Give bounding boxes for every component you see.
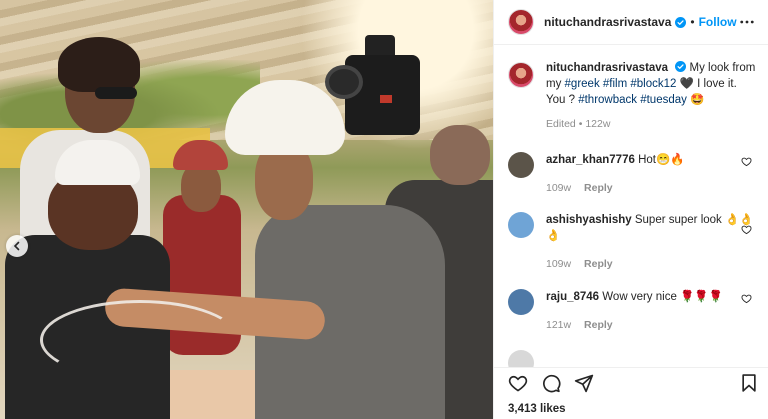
hashtag-link[interactable]: #block12	[630, 78, 676, 90]
comment-text: Hot😁🔥	[638, 154, 685, 166]
author-username[interactable]: nituchandrasrivastava	[544, 15, 671, 29]
post-action-bar	[494, 367, 768, 397]
comment-meta: 109w Reply	[546, 180, 756, 196]
carousel-prev-button[interactable]	[6, 235, 28, 257]
commenter-username[interactable]: raju_8746	[546, 291, 599, 303]
caption-username[interactable]: nituchandrasrivastava	[546, 62, 668, 74]
verified-badge-icon	[675, 16, 687, 28]
chevron-left-icon	[13, 241, 20, 251]
reply-button[interactable]: Reply	[584, 319, 613, 331]
commenter-username[interactable]: ashishyashishy	[546, 214, 632, 226]
comment-age[interactable]: 109w	[546, 258, 571, 270]
comment-bubble-icon[interactable]	[541, 373, 561, 393]
post-photo[interactable]	[0, 0, 493, 419]
comment-meta: 121w Reply	[546, 317, 756, 333]
caption-emoji: 🖤	[679, 78, 694, 90]
reply-button[interactable]: Reply	[584, 258, 613, 270]
header-separator: •	[690, 15, 695, 29]
hashtag-link[interactable]: #greek	[565, 78, 600, 90]
heart-icon[interactable]	[741, 293, 752, 304]
heart-icon[interactable]	[741, 224, 752, 235]
comment-meta: 109w Reply	[546, 256, 756, 272]
commenter-username[interactable]: azhar_khan7776	[546, 154, 635, 166]
post-caption: nituchandrasrivastava My look from my #g…	[508, 60, 758, 132]
camera-operator-white-hat	[103, 80, 445, 419]
edited-label: Edited	[546, 118, 576, 130]
caption-emoji: 🤩	[690, 94, 705, 106]
hashtag-link[interactable]: #tuesday	[640, 94, 687, 106]
author-avatar[interactable]	[508, 62, 534, 88]
cable-rope	[40, 300, 240, 380]
bookmark-icon[interactable]	[739, 373, 759, 393]
verified-badge-icon	[675, 61, 687, 72]
follow-button[interactable]: Follow	[699, 15, 737, 29]
more-options-button[interactable]	[739, 14, 755, 30]
hashtag-link[interactable]: #film	[603, 78, 627, 90]
comment-item: raju_8746 Wow very nice 🌹🌹🌹 121w Reply	[508, 289, 758, 333]
comment-item-partial	[508, 350, 758, 367]
author-avatar[interactable]	[508, 9, 534, 35]
comments-section[interactable]: nituchandrasrivastava My look from my #g…	[494, 45, 768, 367]
reply-button[interactable]: Reply	[584, 182, 613, 194]
post-sidebar: nituchandrasrivastava • Follow nituchand…	[493, 0, 768, 419]
paper-plane-icon[interactable]	[574, 373, 594, 393]
caption-meta: Edited • 122w	[546, 116, 756, 132]
heart-icon[interactable]	[508, 373, 528, 393]
commenter-avatar[interactable]	[508, 212, 534, 238]
comment-age[interactable]: 121w	[546, 319, 571, 331]
comment-item: azhar_khan7776 Hot😁🔥 109w Reply	[508, 152, 758, 196]
heart-icon[interactable]	[741, 156, 752, 167]
commenter-avatar[interactable]	[508, 289, 534, 315]
post-header: nituchandrasrivastava • Follow	[494, 0, 768, 45]
comment-age[interactable]: 109w	[546, 182, 571, 194]
edited-separator: •	[578, 118, 583, 130]
commenter-avatar[interactable]	[508, 152, 534, 178]
comment-item: ashishyashishy Super super look 👌👌👌 109w…	[508, 212, 758, 272]
caption-age[interactable]: 122w	[585, 118, 610, 130]
comment-text: Wow very nice 🌹🌹🌹	[602, 291, 723, 303]
commenter-avatar[interactable]	[508, 350, 534, 367]
like-count[interactable]: 3,413 likes	[508, 403, 566, 415]
more-horizontal-icon	[740, 20, 754, 24]
hashtag-link[interactable]: #throwback	[578, 94, 637, 106]
